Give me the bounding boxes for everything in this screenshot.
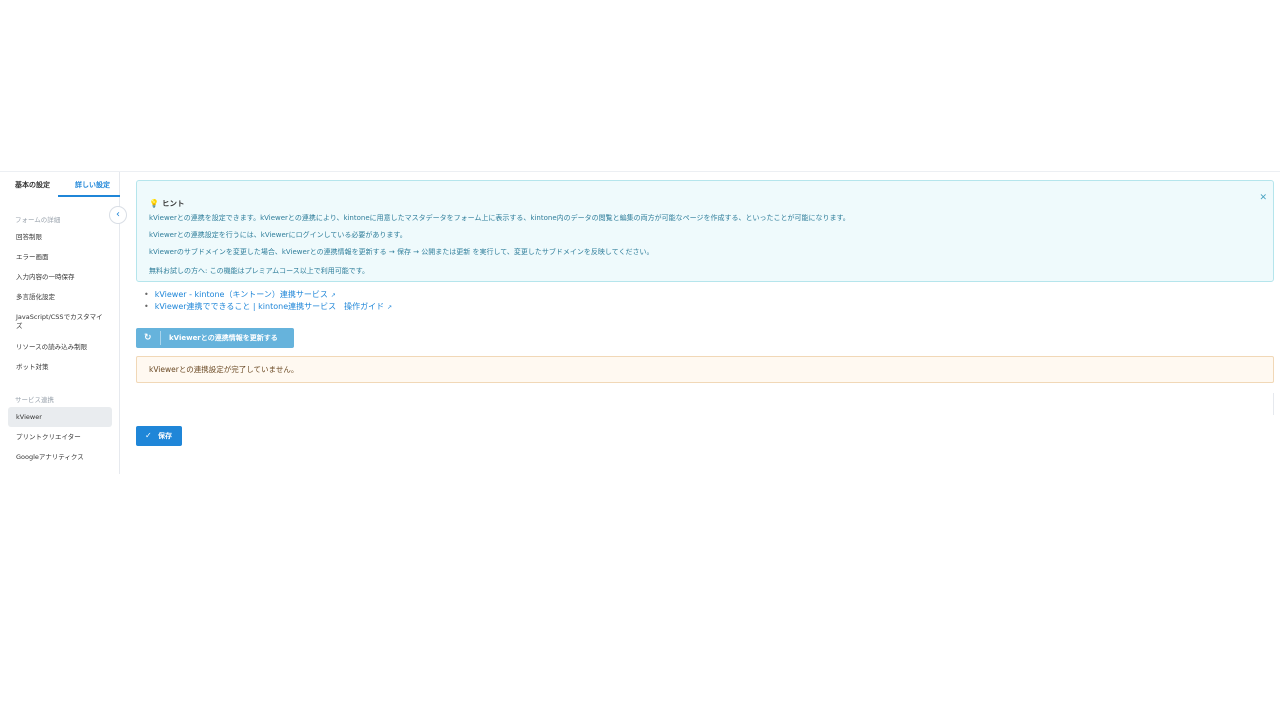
hint-line: kViewerとの連携を設定できます。kViewerとの連携により、kinton… xyxy=(149,214,850,222)
lightbulb-icon: 💡 xyxy=(149,199,159,208)
external-link-icon: ↗ xyxy=(387,304,393,311)
sidebar-collapse-button[interactable]: ‹ xyxy=(109,206,127,224)
tab-basic-settings[interactable]: 基本の設定 xyxy=(15,180,50,190)
settings-tabs: 基本の設定 詳しい設定 xyxy=(0,172,120,197)
reference-links: • kViewer - kintone（キントーン）連携サービス ↗ • kViewe… xyxy=(144,289,392,313)
check-icon: ✓ xyxy=(145,431,152,440)
external-link-icon: ↗ xyxy=(330,292,336,299)
hint-title: 💡 ヒント xyxy=(149,199,185,208)
sidebar-item-print-creator[interactable]: プリントクリエイター xyxy=(8,433,112,442)
warning-message: kViewerとの連携設定が完了していません。 xyxy=(136,356,1274,383)
refresh-kviewer-button[interactable]: ↻ kViewerとの連携情報を更新する xyxy=(136,328,294,348)
divider xyxy=(1273,393,1274,415)
hint-line: kViewerとの連携設定を行うには、kViewerにログインしている必要があり… xyxy=(149,231,407,239)
sidebar-item-error-screen[interactable]: エラー画面 xyxy=(8,253,112,262)
link-kviewer-service[interactable]: • kViewer - kintone（キントーン）連携サービス ↗ xyxy=(144,289,392,301)
sidebar-item-resource-limit[interactable]: リソースの読み込み制限 xyxy=(8,343,112,352)
link-kviewer-guide[interactable]: • kViewer連携でできること | kintone連携サービス 操作ガイド ↗ xyxy=(144,301,392,313)
sidebar-section-form-details: フォームの詳細 xyxy=(15,216,61,224)
refresh-icon: ↻ xyxy=(144,333,152,343)
sidebar-item-response-limit[interactable]: 回答制限 xyxy=(8,233,112,242)
save-button[interactable]: ✓ 保存 xyxy=(136,426,182,446)
sidebar-item-bot-protection[interactable]: ボット対策 xyxy=(8,363,112,372)
chevron-left-icon: ‹ xyxy=(116,209,120,220)
settings-panel: 基本の設定 詳しい設定 フォームの詳細 回答制限 エラー画面 入力内容の一時保存… xyxy=(0,171,1280,474)
sidebar-item-kviewer[interactable]: kViewer xyxy=(8,407,112,427)
sidebar-section-service: サービス連携 xyxy=(15,396,54,404)
hint-line: 無料お試しの方へ: この機能はプレミアムコース以上で利用可能です。 xyxy=(149,267,370,275)
sidebar-item-js-css-customize[interactable]: JavaScript/CSSでカスタマイズ xyxy=(8,313,104,331)
sidebar-item-temp-save[interactable]: 入力内容の一時保存 xyxy=(8,273,112,282)
close-icon[interactable]: ✕ xyxy=(1259,193,1267,203)
sidebar-item-google-analytics[interactable]: Googleアナリティクス xyxy=(8,453,112,462)
active-tab-indicator xyxy=(58,195,120,197)
hint-line: kViewerのサブドメインを変更した場合、kViewerとの連携情報を更新する… xyxy=(149,248,654,256)
sidebar-item-multilingual[interactable]: 多言語化設定 xyxy=(8,293,112,302)
sidebar: 基本の設定 詳しい設定 フォームの詳細 回答制限 エラー画面 入力内容の一時保存… xyxy=(0,172,120,474)
tab-detail-settings[interactable]: 詳しい設定 xyxy=(75,180,110,190)
hint-box: 💡 ヒント ✕ kViewerとの連携を設定できます。kViewerとの連携により… xyxy=(136,180,1274,282)
